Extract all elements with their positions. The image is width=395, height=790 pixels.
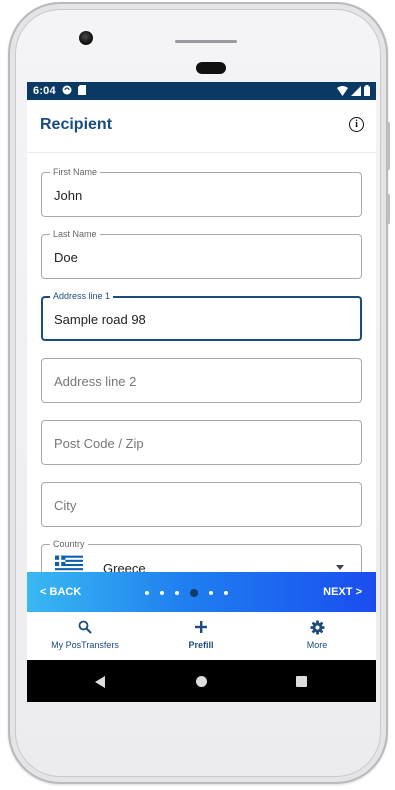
city-placeholder: City bbox=[54, 498, 77, 513]
search-icon bbox=[35, 618, 135, 636]
next-label: NEXT bbox=[323, 586, 353, 598]
first-name-label: First Name bbox=[50, 167, 101, 178]
first-name-field[interactable]: First Name John bbox=[41, 167, 362, 217]
earpiece bbox=[196, 62, 226, 74]
status-icons bbox=[337, 85, 370, 99]
first-name-value: John bbox=[54, 188, 83, 203]
wifi-icon bbox=[337, 85, 348, 99]
sync-icon bbox=[62, 85, 72, 98]
step-dot bbox=[209, 591, 213, 595]
address-line-2-field[interactable]: Address line 2 bbox=[41, 358, 362, 403]
signal-icon bbox=[351, 85, 361, 99]
app-bar: Recipient i bbox=[27, 100, 376, 153]
front-camera bbox=[79, 31, 93, 45]
plus-icon bbox=[151, 618, 251, 636]
chevron-left-icon: < bbox=[40, 586, 47, 598]
system-nav-bar bbox=[27, 660, 376, 702]
last-name-label: Last Name bbox=[50, 229, 100, 240]
back-label: BACK bbox=[49, 586, 82, 598]
post-code-placeholder: Post Code / Zip bbox=[54, 436, 144, 451]
address-line-1-field[interactable]: Address line 1 Sample road 98 bbox=[41, 291, 362, 341]
step-dot bbox=[175, 591, 179, 595]
nav-label-prefill: Prefill bbox=[188, 640, 214, 650]
back-button[interactable]: < BACK bbox=[40, 586, 81, 598]
chevron-right-icon: > bbox=[355, 586, 362, 598]
chevron-down-icon bbox=[336, 565, 344, 570]
system-recents-icon[interactable] bbox=[296, 676, 307, 687]
last-name-field[interactable]: Last Name Doe bbox=[41, 229, 362, 279]
system-home-icon[interactable] bbox=[196, 676, 207, 687]
address-line-1-value: Sample road 98 bbox=[54, 312, 146, 327]
step-indicator bbox=[145, 589, 228, 597]
address-line-1-label: Address line 1 bbox=[50, 291, 114, 302]
system-back-icon[interactable] bbox=[95, 676, 105, 688]
nav-label-my-postransfers: My PosTransfers bbox=[51, 640, 119, 650]
next-button[interactable]: NEXT > bbox=[323, 586, 362, 598]
nav-my-postransfers[interactable]: My PosTransfers bbox=[35, 618, 135, 650]
page-title: Recipient bbox=[40, 116, 113, 133]
power-button bbox=[387, 194, 390, 224]
sd-card-icon bbox=[77, 84, 86, 98]
gear-icon bbox=[267, 618, 367, 636]
city-field[interactable]: City bbox=[41, 482, 362, 527]
recipient-form: First Name John Last Name Doe Address li… bbox=[27, 152, 376, 594]
status-time: 6:04 bbox=[33, 85, 56, 97]
post-code-field[interactable]: Post Code / Zip bbox=[41, 420, 362, 465]
nav-more[interactable]: More bbox=[267, 618, 367, 650]
last-name-value: Doe bbox=[54, 250, 78, 265]
nav-label-more: More bbox=[306, 640, 328, 650]
country-label: Country bbox=[50, 539, 88, 550]
info-icon[interactable]: i bbox=[349, 117, 364, 132]
step-dot bbox=[145, 591, 149, 595]
app-screen: 6:04 Recipient i First Name John Last Na… bbox=[27, 82, 376, 702]
speaker-grille bbox=[175, 40, 237, 43]
step-dot bbox=[224, 591, 228, 595]
status-bar: 6:04 bbox=[27, 82, 376, 100]
battery-icon bbox=[364, 85, 370, 99]
bottom-nav: My PosTransfers Prefill More bbox=[27, 612, 376, 660]
address-line-2-placeholder: Address line 2 bbox=[54, 374, 137, 389]
volume-button bbox=[387, 122, 390, 170]
wizard-nav-bar: < BACK NEXT > bbox=[27, 572, 376, 612]
step-dot bbox=[160, 591, 164, 595]
step-dot-active bbox=[190, 589, 198, 597]
nav-prefill[interactable]: Prefill bbox=[151, 618, 251, 650]
